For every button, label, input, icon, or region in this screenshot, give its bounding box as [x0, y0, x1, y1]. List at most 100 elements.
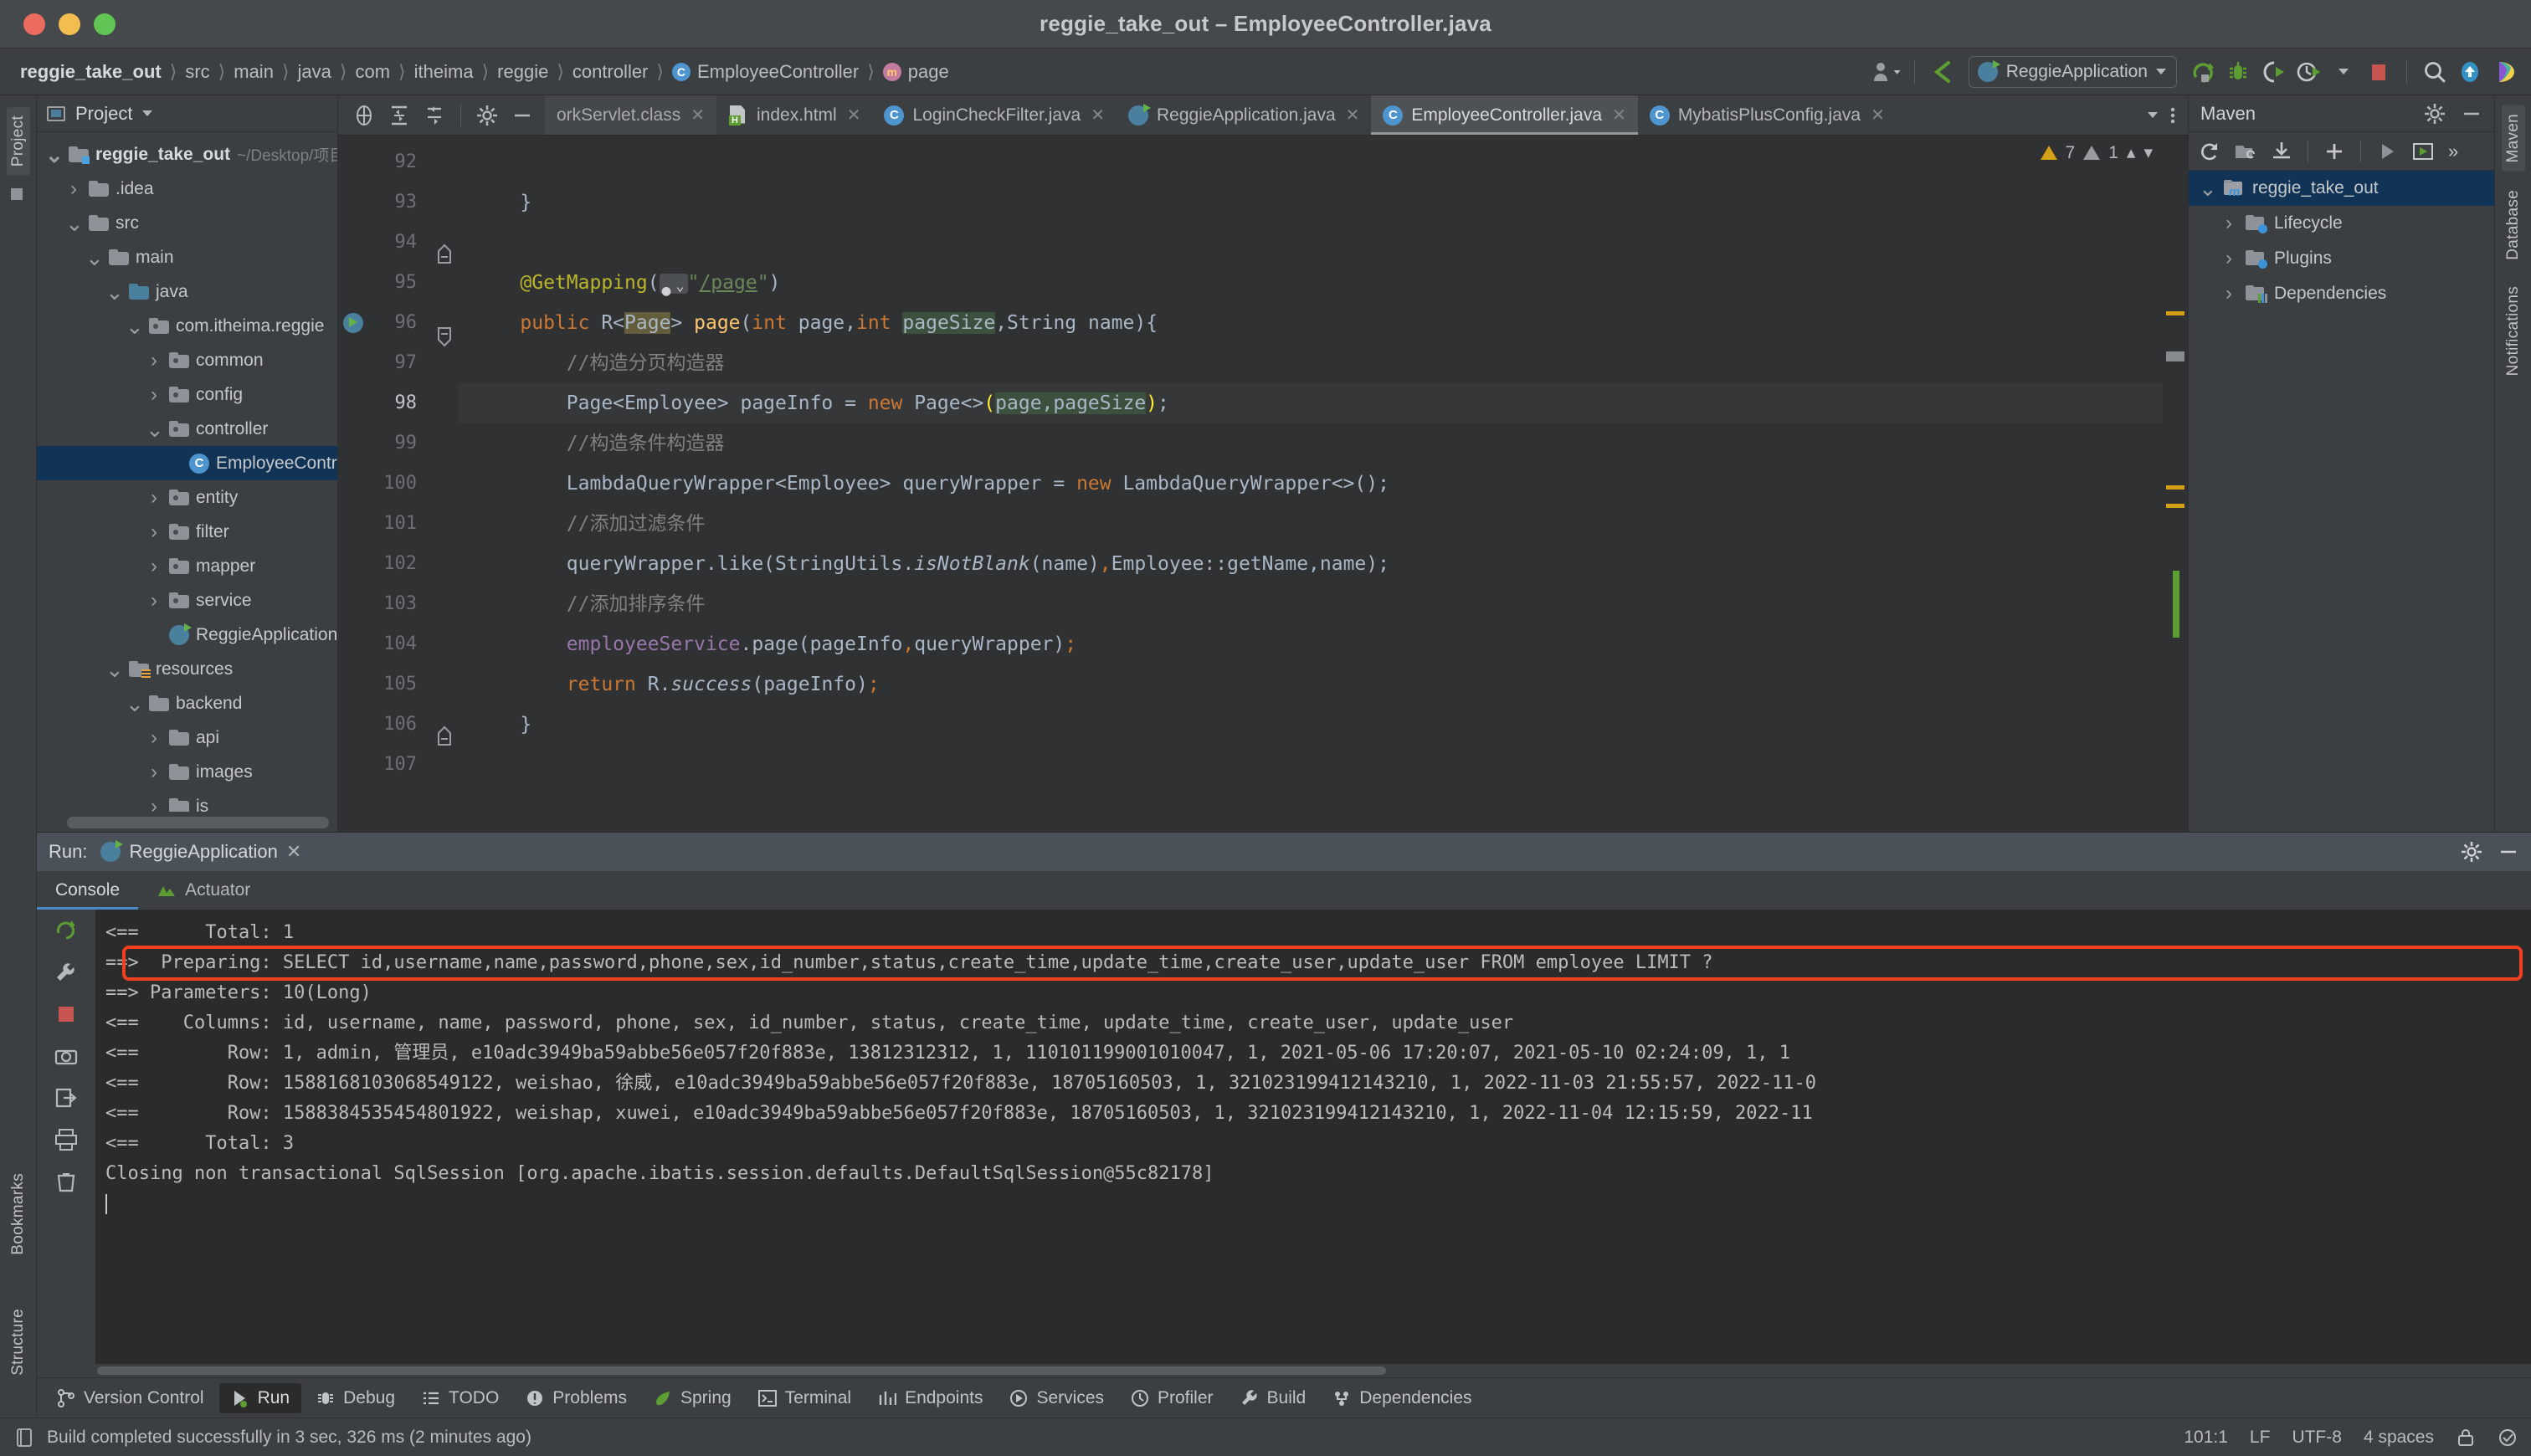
- profiler-icon[interactable]: [2292, 56, 2324, 88]
- project-tree-row[interactable]: ⌄ java: [37, 274, 337, 309]
- maven-tree-row[interactable]: › Dependencies: [2189, 276, 2494, 311]
- chevron-right-icon[interactable]: ›: [146, 726, 162, 750]
- code-editor[interactable]: 92 93 94 95 96 97 98 99 100 101 102 103 104 105 106 107…: [338, 136, 2188, 832]
- close-tab-icon[interactable]: ✕: [1871, 105, 1885, 126]
- maven-tree[interactable]: ⌄ m reggie_take_out › Lifecycle › Plugins › Depe…: [2189, 171, 2494, 311]
- gear-icon[interactable]: [476, 105, 498, 126]
- project-tree-row[interactable]: ⌄ src: [37, 206, 337, 240]
- more-icon[interactable]: »: [2448, 141, 2458, 162]
- chevron-down-icon[interactable]: ⌄: [105, 281, 124, 303]
- chevron-right-icon[interactable]: ›: [146, 349, 162, 372]
- chevron-down-icon[interactable]: [2148, 112, 2158, 118]
- toolwindow-button-run[interactable]: Run: [218, 1382, 302, 1413]
- maven-tree-row[interactable]: › Lifecycle: [2189, 206, 2494, 241]
- project-horizontal-scrollbar[interactable]: [67, 817, 329, 828]
- project-tree-row[interactable]: › api: [37, 720, 337, 755]
- trash-icon[interactable]: [54, 1169, 79, 1194]
- editor-tab[interactable]: C LoginCheckFilter.java ✕: [872, 95, 1117, 135]
- chevron-right-icon[interactable]: ›: [146, 761, 162, 784]
- editor-tab[interactable]: ReggieApplication.java ✕: [1117, 95, 1371, 135]
- tool-window-bar[interactable]: Version Control Run Debug TODO Problems Sprin…: [37, 1377, 2531, 1418]
- close-tab-icon[interactable]: ✕: [691, 105, 705, 126]
- sidebar-tab-database[interactable]: Database: [2502, 182, 2525, 269]
- editor-tab[interactable]: C MybatisPlusConfig.java ✕: [1638, 95, 1897, 135]
- project-tree-row[interactable]: ⌄ reggie_take_out ~/Desktop/项目/reggie_tak: [37, 137, 337, 172]
- chevron-right-icon[interactable]: ›: [146, 795, 162, 813]
- expand-collapse-icon[interactable]: [424, 105, 445, 126]
- marker-rail[interactable]: [2163, 136, 2188, 832]
- print-icon[interactable]: [54, 1127, 79, 1152]
- chevron-right-icon[interactable]: ›: [2220, 247, 2237, 270]
- toolwindow-button-debug[interactable]: Debug: [305, 1383, 407, 1413]
- encoding[interactable]: UTF-8: [2292, 1428, 2342, 1448]
- search-icon[interactable]: [2419, 56, 2451, 88]
- close-tab-icon[interactable]: ✕: [1612, 105, 1626, 126]
- close-window-button[interactable]: [23, 13, 45, 35]
- project-tree-row[interactable]: ⌄ resources: [37, 652, 337, 686]
- chevron-down-icon[interactable]: ⌄: [2199, 177, 2217, 199]
- profiler-dropdown-icon[interactable]: [2328, 56, 2359, 88]
- breadcrumb-item-method[interactable]: m page: [878, 59, 954, 85]
- indent-setting[interactable]: 4 spaces: [2364, 1428, 2434, 1448]
- toolwindow-button-terminal[interactable]: Terminal: [747, 1383, 863, 1413]
- toolwindow-button-problems[interactable]: Problems: [514, 1383, 639, 1413]
- read-only-icon[interactable]: [2456, 1428, 2476, 1448]
- chevron-down-icon[interactable]: ⌄: [126, 693, 144, 715]
- run-configuration-selector[interactable]: ReggieApplication: [1968, 55, 2177, 88]
- chevron-right-icon[interactable]: ›: [146, 589, 162, 613]
- sidebar-tab-structure[interactable]: Structure: [7, 1300, 30, 1384]
- toolwindow-button-profiler[interactable]: Profiler: [1119, 1383, 1225, 1413]
- close-icon[interactable]: ✕: [286, 841, 301, 863]
- chevron-down-icon[interactable]: ⌄: [65, 213, 84, 234]
- generate-sources-icon[interactable]: [2234, 141, 2257, 162]
- editor-tab[interactable]: C EmployeeController.java ✕: [1371, 95, 1639, 135]
- ai-assistant-icon[interactable]: [2489, 56, 2521, 88]
- chevron-down-icon[interactable]: ▾: [2143, 142, 2153, 163]
- stop-icon[interactable]: [2363, 56, 2395, 88]
- sidebar-tab-notifications[interactable]: Notifications: [2502, 278, 2525, 384]
- breadcrumb-item-src[interactable]: src: [180, 59, 214, 85]
- run-panel-config[interactable]: ReggieApplication ✕: [100, 840, 301, 863]
- chevron-down-icon[interactable]: [142, 110, 153, 116]
- toolwindow-button-endpoints[interactable]: Endpoints: [866, 1383, 994, 1413]
- project-tree-row[interactable]: ⌄ main: [37, 240, 337, 274]
- caret-position[interactable]: 101:1: [2184, 1428, 2228, 1448]
- minimize-icon[interactable]: [2498, 841, 2519, 863]
- camera-icon[interactable]: [54, 1043, 79, 1069]
- project-tree-row[interactable]: C EmployeeController: [37, 446, 337, 480]
- breadcrumb-item-controller[interactable]: controller: [567, 59, 653, 85]
- marker-changed[interactable]: [2173, 571, 2179, 638]
- toolwindow-button-services[interactable]: Services: [998, 1383, 1116, 1413]
- toolwindow-button-dependencies[interactable]: Dependencies: [1321, 1383, 1483, 1413]
- marker-warning[interactable]: [2166, 504, 2184, 508]
- project-tree-row[interactable]: › .idea: [37, 172, 337, 206]
- run-with-coverage-icon[interactable]: [2257, 56, 2289, 88]
- user-icon[interactable]: [1871, 56, 1902, 88]
- run-icon[interactable]: [2376, 141, 2398, 162]
- project-tree-row[interactable]: › images: [37, 755, 337, 789]
- chevron-down-icon[interactable]: ⌄: [85, 247, 104, 269]
- project-tree-row[interactable]: › js: [37, 789, 337, 813]
- inspections-icon[interactable]: [2498, 1428, 2518, 1448]
- toolwindow-button-spring[interactable]: Spring: [642, 1383, 743, 1413]
- gear-icon[interactable]: [2424, 103, 2446, 125]
- console-horizontal-scrollbar[interactable]: [95, 1364, 2531, 1377]
- project-tree-row[interactable]: › mapper: [37, 549, 337, 583]
- stop-icon[interactable]: [54, 1002, 79, 1027]
- project-tree-row[interactable]: ⌄ backend: [37, 686, 337, 720]
- breadcrumb-item-itheima[interactable]: itheima: [409, 59, 479, 85]
- sidebar-tab-maven[interactable]: Maven: [2501, 105, 2525, 172]
- breadcrumb-item-class[interactable]: C EmployeeController: [667, 59, 864, 85]
- tab-actuator[interactable]: Actuator: [138, 871, 269, 910]
- console-output[interactable]: <== Total: 1 ==> Preparing: SELECT id,us…: [95, 910, 2531, 1377]
- chevron-down-icon[interactable]: ⌄: [45, 144, 64, 166]
- toolwindow-button-todo[interactable]: TODO: [410, 1383, 511, 1413]
- chevron-right-icon[interactable]: ›: [146, 486, 162, 510]
- code-content[interactable]: } @GetMapping("/page") public R<Page> pa…: [459, 136, 2188, 832]
- tab-console[interactable]: Console: [37, 871, 139, 910]
- window-controls[interactable]: [23, 13, 116, 35]
- collapse-all-icon[interactable]: [388, 105, 410, 126]
- project-tree-row[interactable]: ⌄ com.itheima.reggie: [37, 309, 337, 343]
- marker-warning[interactable]: [2166, 485, 2184, 490]
- maximize-window-button[interactable]: [94, 13, 116, 35]
